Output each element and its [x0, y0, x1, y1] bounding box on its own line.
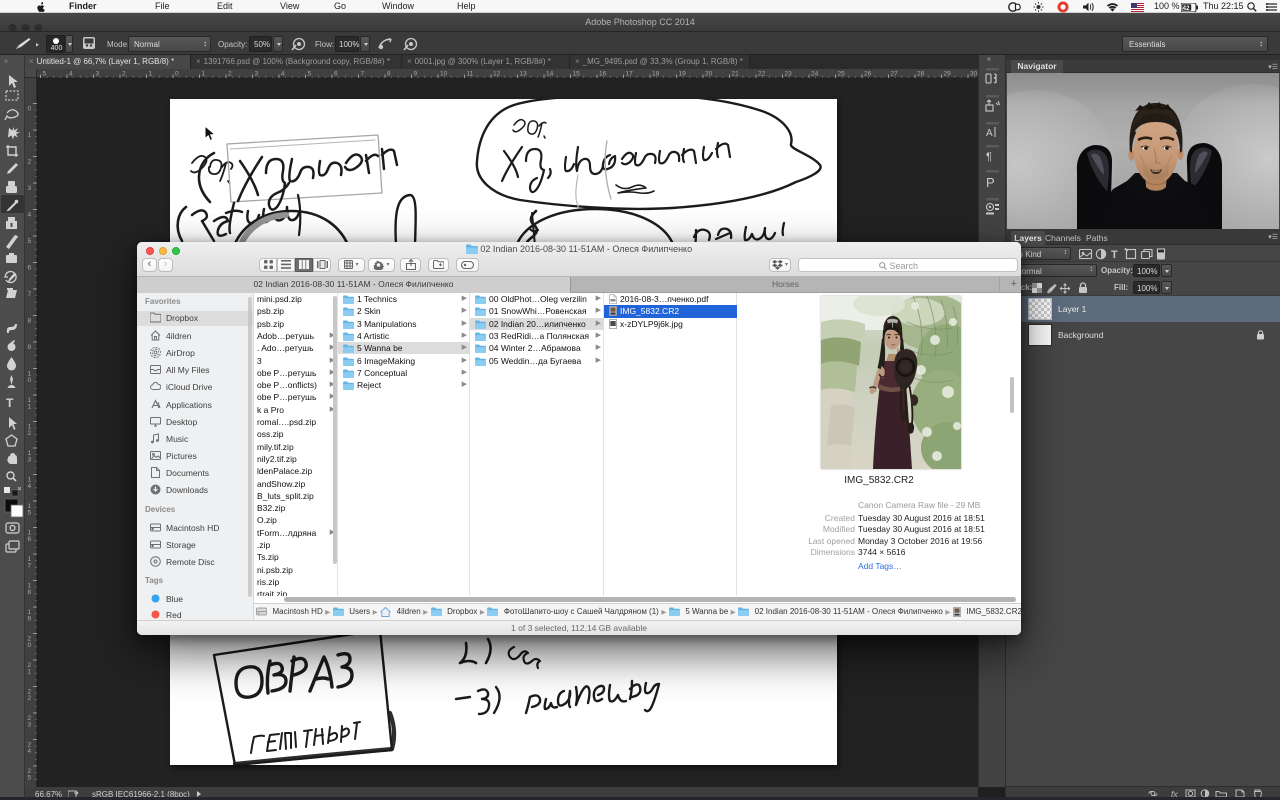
svg-text:7: 7: [361, 71, 365, 78]
svg-text:¶: ¶: [986, 151, 992, 163]
svg-text:7: 7: [28, 291, 32, 298]
svg-text:8: 8: [28, 589, 32, 596]
svg-text:12: 12: [493, 71, 501, 78]
svg-text:1: 1: [28, 132, 32, 139]
svg-text:7: 7: [28, 563, 32, 570]
svg-text:6: 6: [334, 71, 338, 78]
svg-text:21: 21: [732, 71, 740, 78]
svg-text:T: T: [1111, 249, 1118, 260]
svg-text:3: 3: [28, 185, 32, 192]
svg-text:29: 29: [944, 71, 952, 78]
svg-text:26: 26: [864, 71, 872, 78]
svg-text:0: 0: [28, 106, 32, 113]
svg-text:9: 9: [414, 71, 418, 78]
svg-text:6: 6: [28, 536, 32, 543]
svg-text:4: 4: [28, 483, 32, 490]
svg-text:5: 5: [43, 71, 47, 78]
svg-text:17: 17: [626, 71, 634, 78]
svg-text:10: 10: [440, 71, 448, 78]
svg-text:»: »: [4, 58, 8, 65]
svg-text:4: 4: [28, 748, 32, 755]
svg-text:15: 15: [573, 71, 581, 78]
svg-text:14: 14: [546, 71, 554, 78]
svg-text:19: 19: [679, 71, 687, 78]
svg-text:16: 16: [599, 71, 607, 78]
svg-text:5: 5: [28, 775, 32, 782]
svg-text:1: 1: [202, 71, 206, 78]
svg-text:4: 4: [281, 71, 285, 78]
svg-text:18: 18: [652, 71, 660, 78]
svg-text:5: 5: [308, 71, 312, 78]
svg-text:9: 9: [28, 344, 32, 351]
svg-text:11: 11: [467, 71, 474, 78]
svg-text:3: 3: [28, 457, 32, 464]
svg-text:P: P: [986, 175, 995, 190]
svg-text:1: 1: [149, 71, 153, 78]
svg-text:13: 13: [520, 71, 528, 78]
svg-text:5: 5: [28, 510, 32, 517]
svg-text:3: 3: [28, 722, 32, 729]
svg-text:9: 9: [28, 616, 32, 623]
svg-text:«: «: [987, 56, 991, 63]
svg-text:23: 23: [785, 71, 793, 78]
svg-text:2: 2: [28, 159, 32, 166]
svg-text:3: 3: [255, 71, 259, 78]
svg-text:8: 8: [28, 318, 32, 325]
svg-text:6: 6: [28, 265, 32, 272]
svg-text:27: 27: [891, 71, 899, 78]
svg-text:20: 20: [705, 71, 713, 78]
svg-text:4: 4: [69, 71, 73, 78]
svg-text:3: 3: [96, 71, 100, 78]
svg-text:22: 22: [758, 71, 766, 78]
svg-text:2: 2: [228, 71, 232, 78]
svg-text:0: 0: [28, 642, 32, 649]
svg-text:8: 8: [387, 71, 391, 78]
svg-text:2: 2: [122, 71, 126, 78]
svg-text:2: 2: [28, 695, 32, 702]
svg-text:T: T: [6, 396, 14, 410]
svg-text:24: 24: [811, 71, 819, 78]
svg-text:2: 2: [28, 430, 32, 437]
svg-text:25: 25: [838, 71, 846, 78]
svg-text:0: 0: [28, 377, 32, 384]
svg-text:30: 30: [970, 71, 978, 78]
svg-text:0: 0: [175, 71, 179, 78]
svg-text:1: 1: [28, 404, 32, 411]
svg-text:28: 28: [917, 71, 925, 78]
svg-text:4: 4: [28, 212, 32, 219]
svg-text:42: 42: [1182, 5, 1190, 12]
svg-text:1: 1: [28, 669, 32, 676]
svg-text:A: A: [986, 128, 993, 139]
svg-text:5: 5: [28, 238, 32, 245]
